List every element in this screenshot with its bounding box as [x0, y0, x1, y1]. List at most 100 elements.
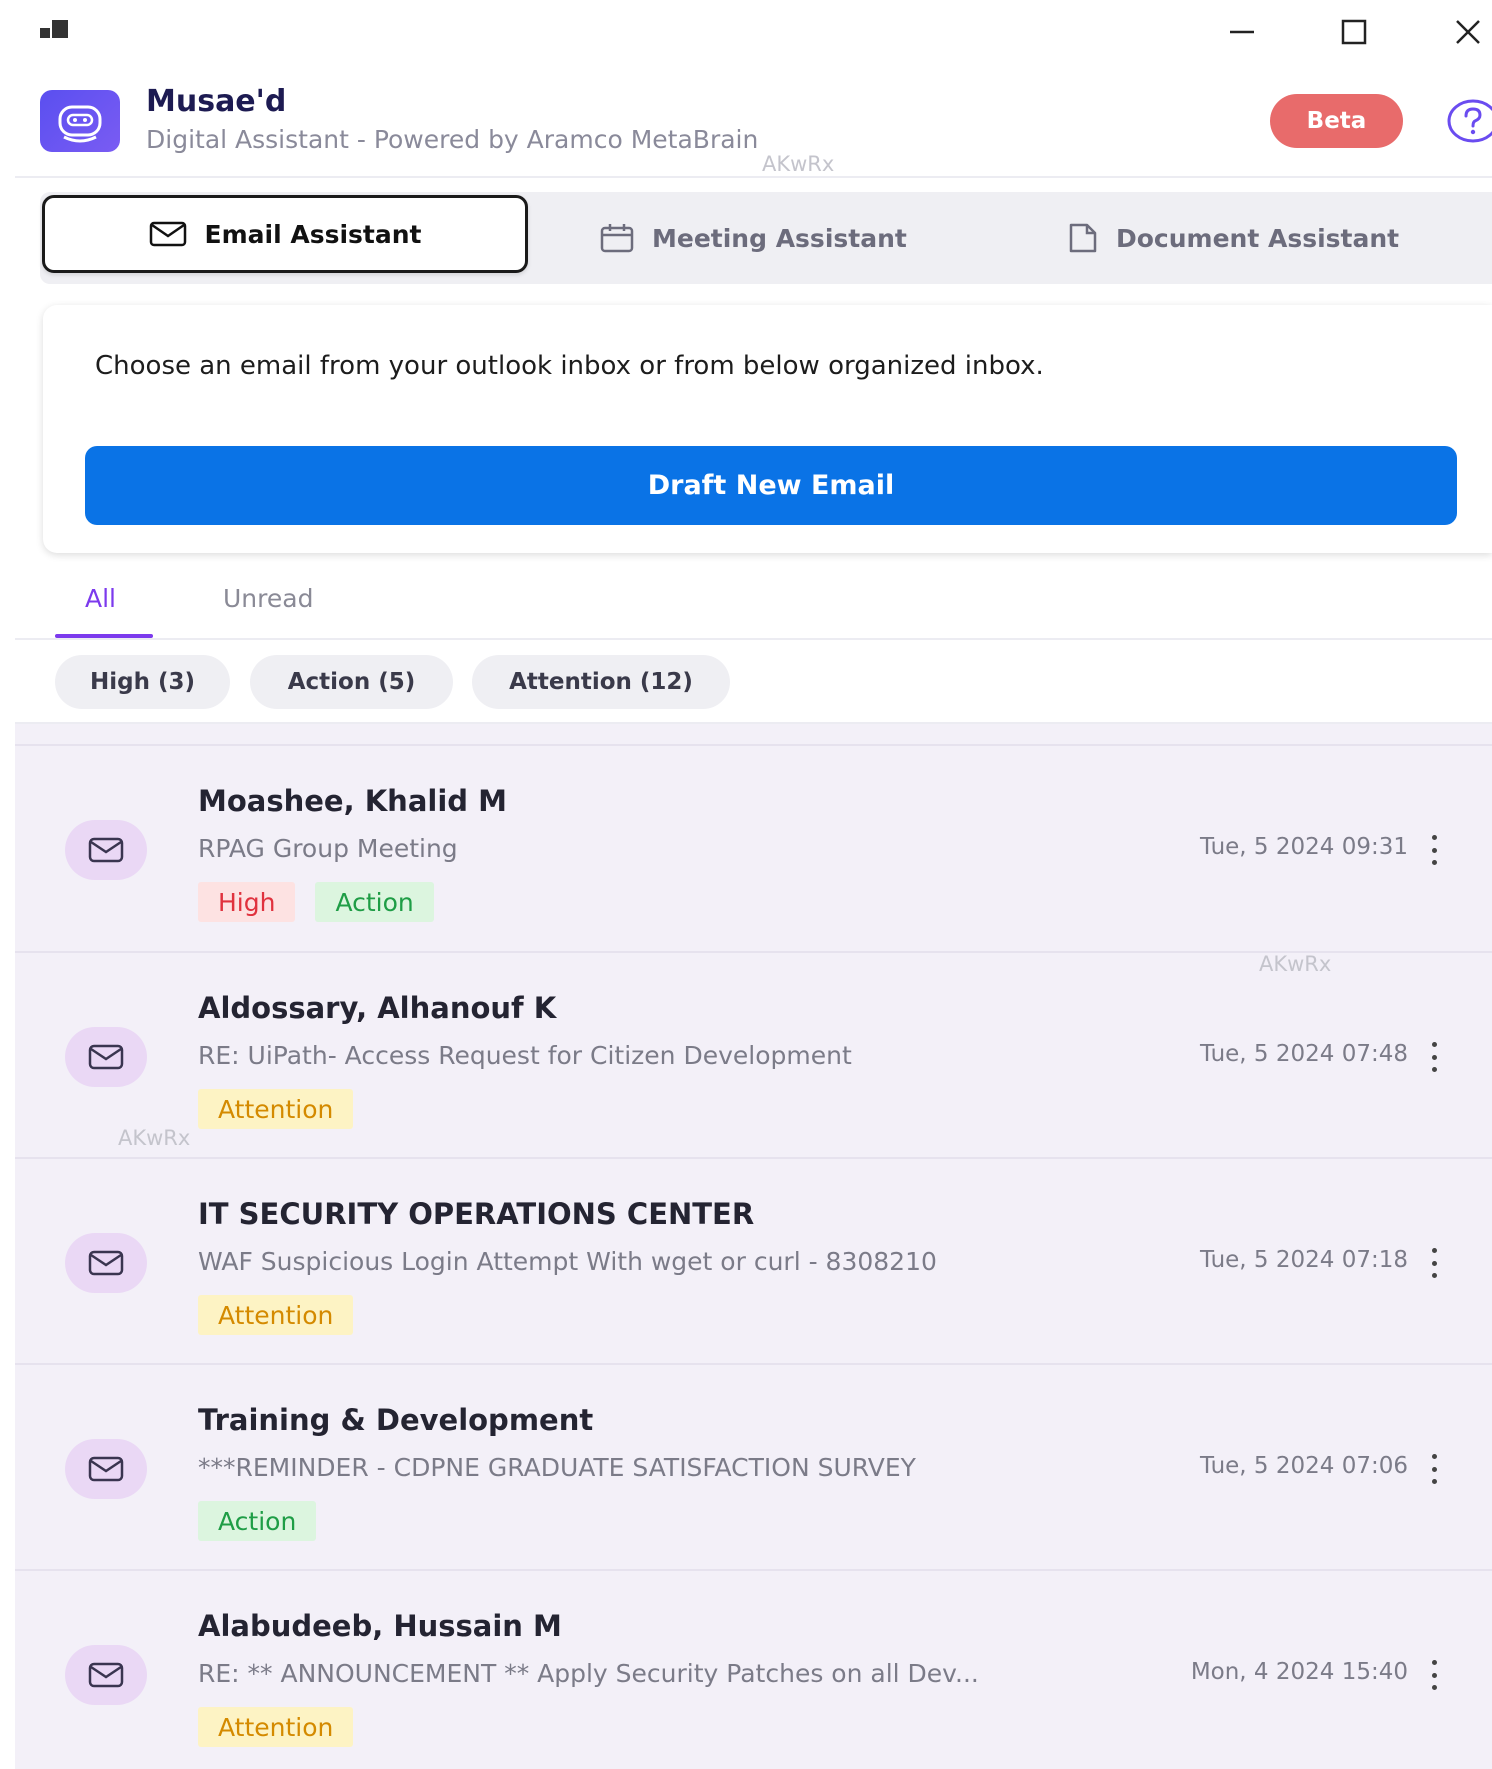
email-sender: Training & Development [198, 1403, 594, 1437]
email-list: Moashee, Khalid M RPAG Group Meeting Tue… [15, 724, 1492, 1769]
email-tags: High Action [198, 882, 434, 922]
mail-icon [149, 221, 186, 247]
intro-text: Choose an email from your outlook inbox … [95, 351, 1044, 381]
tab-label: Email Assistant [204, 219, 422, 249]
kebab-dot [1431, 1479, 1437, 1484]
chip-high[interactable]: High (3) [55, 655, 230, 709]
email-tags: Attention [198, 1295, 354, 1335]
email-subject: RPAG Group Meeting [198, 834, 458, 863]
email-tags: Attention [198, 1089, 354, 1129]
email-row-icon [65, 1233, 147, 1293]
app-header: Musae'd Digital Assistant - Powered by A… [15, 70, 1492, 178]
app-subtitle: Digital Assistant - Powered by Aramco Me… [146, 125, 759, 154]
kebab-dot [1431, 1454, 1437, 1459]
email-date: Tue, 5 2024 09:31 [1200, 834, 1408, 860]
kebab-dot [1431, 835, 1437, 840]
minimize-icon [1230, 30, 1254, 34]
tag-action: Action [198, 1501, 317, 1541]
intro-card: Choose an email from your outlook inbox … [43, 305, 1492, 553]
watermark: AKwRx [762, 152, 835, 176]
mail-icon [88, 1456, 124, 1482]
tag-high: High [198, 882, 296, 922]
tag-attention: Attention [198, 1089, 354, 1129]
mail-icon [88, 1250, 124, 1276]
chip-action[interactable]: Action (5) [250, 655, 453, 709]
tab-meeting-assistant[interactable]: Meeting Assistant [600, 192, 907, 284]
more-options-button[interactable] [1424, 832, 1444, 868]
email-row[interactable]: Moashee, Khalid M RPAG Group Meeting Tue… [15, 744, 1492, 950]
more-options-button[interactable] [1424, 1451, 1444, 1487]
assistant-tabs: Email Assistant Meeting Assistant Docume… [40, 192, 1492, 284]
kebab-dot [1431, 847, 1437, 853]
email-row[interactable]: Training & Development ***REMINDER - CDP… [15, 1363, 1492, 1569]
email-sender: Alabudeeb, Hussain M [198, 1609, 562, 1643]
email-row-icon [65, 1439, 147, 1499]
email-row[interactable]: Alabudeeb, Hussain M RE: ** ANNOUNCEMENT… [15, 1569, 1492, 1769]
kebab-dot [1431, 1672, 1437, 1678]
more-options-button[interactable] [1424, 1039, 1444, 1075]
more-options-button[interactable] [1424, 1657, 1444, 1693]
robot-icon [58, 105, 102, 143]
more-options-button[interactable] [1424, 1245, 1444, 1281]
inbox-filter-tabs: All Unread [15, 568, 1492, 640]
tab-document-assistant[interactable]: Document Assistant [1068, 192, 1399, 284]
title-bar [0, 0, 1492, 62]
email-date: Mon, 4 2024 15:40 [1190, 1659, 1408, 1685]
calendar-icon [600, 224, 634, 253]
email-row[interactable]: Aldossary, Alhanouf K RE: UiPath- Access… [15, 951, 1492, 1157]
tag-attention: Attention [198, 1295, 354, 1335]
email-tags: Attention [198, 1707, 354, 1747]
tab-email-assistant[interactable]: Email Assistant [42, 195, 528, 273]
email-subject: ***REMINDER - CDPNE GRADUATE SATISFACTIO… [198, 1453, 916, 1482]
tag-attention: Attention [198, 1707, 354, 1747]
kebab-dot [1431, 1054, 1437, 1060]
minimize-button[interactable] [1212, 12, 1272, 52]
watermark: AKwRx [118, 1126, 191, 1150]
tag-action: Action [315, 882, 434, 922]
email-row-icon [65, 1027, 147, 1087]
email-date: Tue, 5 2024 07:06 [1200, 1453, 1408, 1479]
mail-icon [88, 837, 124, 863]
beta-badge[interactable]: Beta [1270, 94, 1403, 148]
email-subject: WAF Suspicious Login Attempt With wget o… [198, 1247, 937, 1276]
email-tags: Action [198, 1501, 317, 1541]
app-logo [40, 90, 120, 152]
tab-label: Meeting Assistant [652, 223, 907, 253]
chip-attention[interactable]: Attention (12) [472, 655, 730, 709]
maximize-button[interactable] [1324, 12, 1384, 52]
kebab-dot [1431, 1685, 1437, 1690]
active-tab-indicator [55, 634, 153, 638]
close-button[interactable] [1438, 12, 1492, 52]
email-sender: Aldossary, Alhanouf K [198, 991, 557, 1025]
kebab-dot [1431, 860, 1437, 865]
email-date: Tue, 5 2024 07:18 [1200, 1247, 1408, 1273]
kebab-dot [1431, 1466, 1437, 1472]
mail-icon [88, 1044, 124, 1070]
app-window-icon [40, 20, 72, 42]
kebab-dot [1431, 1067, 1437, 1072]
mail-icon [88, 1662, 124, 1688]
email-row-icon [65, 820, 147, 880]
close-icon [1456, 20, 1480, 44]
kebab-dot [1431, 1248, 1437, 1253]
kebab-dot [1431, 1042, 1437, 1047]
maximize-icon [1341, 19, 1367, 45]
draft-new-email-button[interactable]: Draft New Email [85, 446, 1457, 525]
email-date: Tue, 5 2024 07:48 [1200, 1041, 1408, 1067]
email-sender: Moashee, Khalid M [198, 784, 507, 818]
tab-label: Document Assistant [1116, 223, 1400, 253]
document-icon [1069, 223, 1097, 253]
email-row[interactable]: IT SECURITY OPERATIONS CENTER WAF Suspic… [15, 1157, 1492, 1363]
email-row-icon [65, 1645, 147, 1705]
kebab-dot [1431, 1273, 1437, 1278]
help-circle-icon [1447, 99, 1492, 143]
email-subject: RE: UiPath- Access Request for Citizen D… [198, 1041, 852, 1070]
tab-all[interactable]: All [85, 584, 116, 613]
kebab-dot [1431, 1660, 1437, 1665]
app-name: Musae'd [146, 84, 287, 119]
email-subject: RE: ** ANNOUNCEMENT ** Apply Security Pa… [198, 1659, 979, 1688]
help-button[interactable] [1447, 98, 1492, 144]
email-sender: IT SECURITY OPERATIONS CENTER [198, 1197, 755, 1231]
tab-unread[interactable]: Unread [223, 584, 313, 613]
kebab-dot [1431, 1260, 1437, 1266]
